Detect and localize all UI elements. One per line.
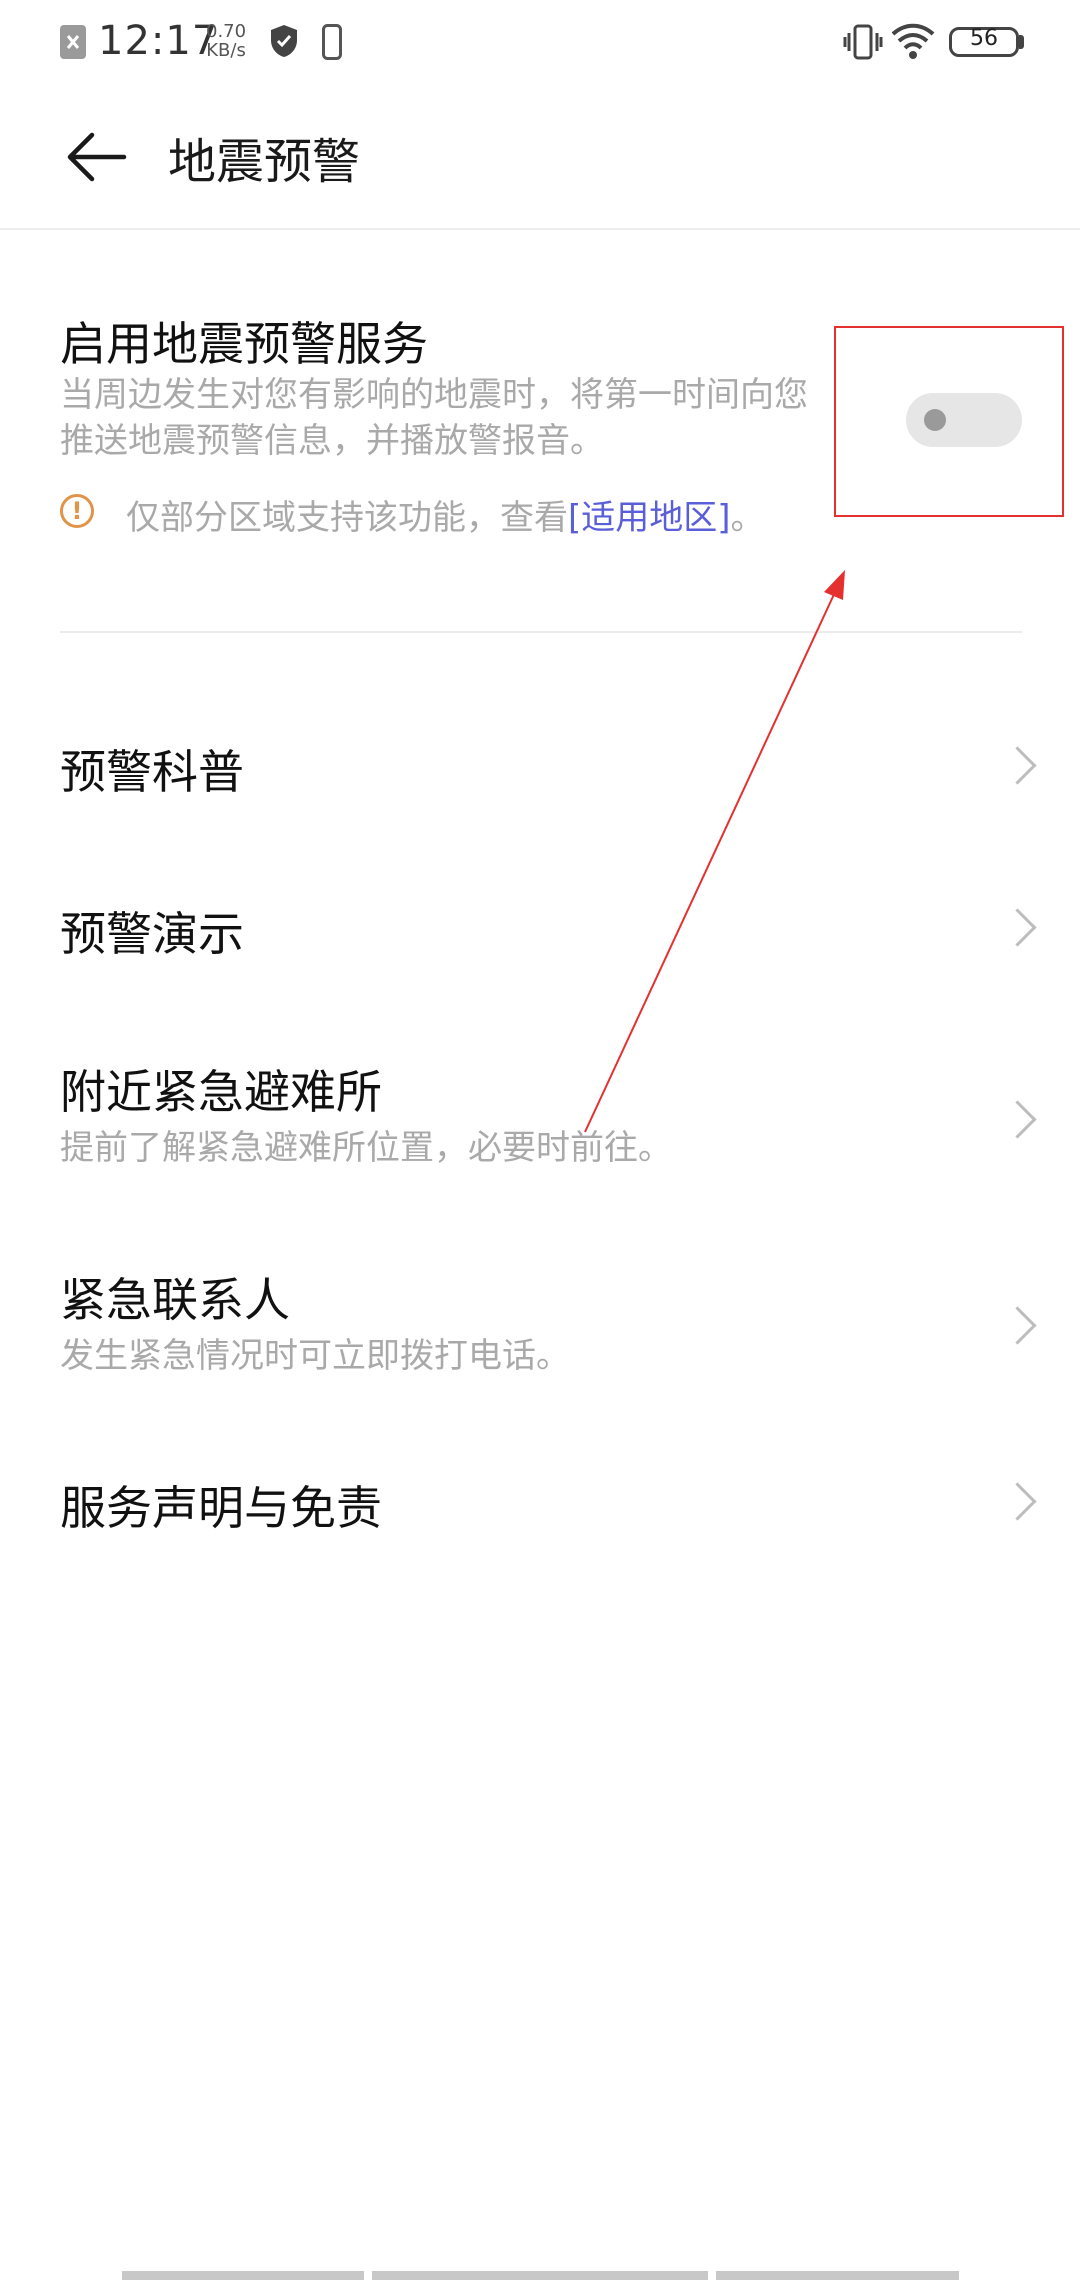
annotation-arrow [584, 570, 845, 1133]
nav-indicator-center [372, 2271, 708, 2280]
annotation-arrow-head [824, 570, 845, 600]
annotation-arrow-line [584, 589, 837, 1133]
nav-indicator-right [716, 2271, 959, 2280]
nav-indicator-left [122, 2271, 364, 2280]
